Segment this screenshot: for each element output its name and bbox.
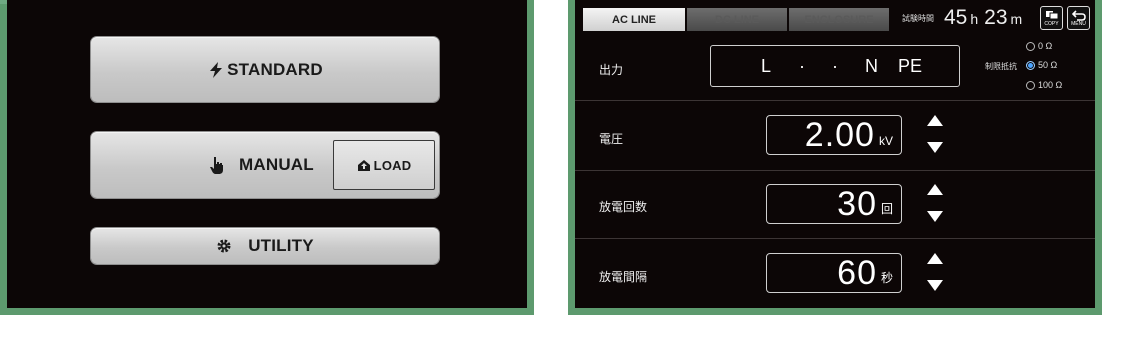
- timer-minutes: 23: [984, 6, 1008, 29]
- timer-label: 試験時間: [902, 14, 934, 23]
- resistor-option-100[interactable]: 100 Ω: [1026, 80, 1062, 90]
- discharge-interval-unit: 秒: [880, 271, 893, 285]
- resistor-option-label: 100 Ω: [1038, 80, 1063, 90]
- discharge-interval-label: 放電間隔: [599, 270, 648, 284]
- load-label: LOAD: [373, 157, 412, 173]
- home-upload-icon: [357, 159, 371, 172]
- voltage-stepper: [925, 113, 945, 155]
- timer-hours: 45: [944, 6, 968, 29]
- limit-resistor-label: 制限抵抗: [985, 62, 1017, 71]
- voltage-unit: kV: [878, 134, 893, 148]
- radio-dot-selected: [1026, 60, 1035, 70]
- arrow-up-icon[interactable]: [925, 182, 945, 198]
- discharge-count-unit: 回: [880, 202, 893, 216]
- voltage-value-box[interactable]: 2.00 kV: [766, 115, 902, 155]
- right-screen: AC LINE DC LINE ENCLOSURE 試験時間 45 h 23 m CO…: [575, 0, 1095, 308]
- menu-button[interactable]: MENU: [1067, 6, 1090, 30]
- tab-bar: AC LINE DC LINE ENCLOSURE: [583, 8, 889, 31]
- left-device-panel: STANDARD MANUAL LOAD UTILITY: [0, 0, 534, 315]
- terminal-dot-2: ·: [832, 55, 838, 76]
- lightning-icon: [207, 61, 225, 79]
- copy-icon: [1045, 10, 1058, 19]
- test-timer: 45 h 23 m: [944, 6, 1022, 30]
- discharge-count-value: 30: [837, 185, 877, 223]
- arrow-down-icon[interactable]: [925, 208, 945, 224]
- arrow-down-icon[interactable]: [925, 139, 945, 155]
- timer-hours-unit: h: [970, 11, 979, 27]
- radio-dot: [1026, 41, 1035, 51]
- arrow-up-icon[interactable]: [925, 251, 945, 267]
- discharge-count-value-box[interactable]: 30 回: [766, 184, 902, 224]
- menu-label: MENU: [1071, 20, 1086, 27]
- terminal-l: L: [761, 55, 772, 76]
- output-label: 出力: [599, 63, 624, 77]
- arrow-up-icon[interactable]: [925, 113, 945, 129]
- manual-button[interactable]: MANUAL LOAD: [91, 132, 439, 198]
- output-terminal-box[interactable]: L · · N PE: [710, 45, 960, 87]
- resistor-option-0[interactable]: 0 Ω: [1026, 41, 1052, 51]
- discharge-interval-value: 60: [837, 254, 877, 292]
- standard-label: STANDARD: [227, 59, 323, 79]
- manual-label: MANUAL: [239, 155, 314, 174]
- utility-label: UTILITY: [248, 236, 314, 255]
- tab-dc-line[interactable]: DC LINE: [687, 8, 787, 31]
- copy-button[interactable]: COPY: [1040, 6, 1063, 30]
- arrow-down-icon[interactable]: [925, 277, 945, 293]
- radio-dot: [1026, 80, 1035, 90]
- hand-pointer-icon: [209, 156, 225, 174]
- load-button[interactable]: LOAD: [333, 140, 435, 190]
- standard-button[interactable]: STANDARD: [91, 37, 439, 102]
- terminal-pe: PE: [898, 55, 923, 76]
- voltage-label: 電圧: [599, 132, 624, 146]
- resistor-option-50[interactable]: 50 Ω: [1026, 60, 1057, 70]
- left-screen: STANDARD MANUAL LOAD UTILITY: [7, 0, 527, 308]
- discharge-interval-stepper: [925, 251, 945, 293]
- utility-button[interactable]: UTILITY: [91, 228, 439, 264]
- timer-minutes-unit: m: [1010, 11, 1023, 27]
- voltage-row: 電圧 2.00 kV: [575, 100, 1095, 171]
- discharge-count-row: 放電回数 30 回: [575, 170, 1095, 239]
- tab-enclosure[interactable]: ENCLOSURE: [789, 8, 889, 31]
- tab-ac-line[interactable]: AC LINE: [583, 8, 685, 31]
- gear-icon: [216, 238, 232, 254]
- terminal-n: N: [865, 55, 878, 76]
- discharge-count-label: 放電回数: [599, 200, 648, 214]
- copy-label: COPY: [1044, 20, 1059, 27]
- right-device-panel: AC LINE DC LINE ENCLOSURE 試験時間 45 h 23 m CO…: [568, 0, 1102, 315]
- resistor-option-label: 0 Ω: [1038, 41, 1053, 51]
- return-arrow-icon: [1071, 9, 1086, 21]
- discharge-interval-row: 放電間隔 60 秒: [575, 238, 1095, 309]
- resistor-option-label: 50 Ω: [1038, 60, 1058, 70]
- discharge-interval-value-box[interactable]: 60 秒: [766, 253, 902, 293]
- discharge-count-stepper: [925, 182, 945, 224]
- voltage-value: 2.00: [804, 116, 875, 154]
- terminal-dot-1: ·: [799, 55, 805, 76]
